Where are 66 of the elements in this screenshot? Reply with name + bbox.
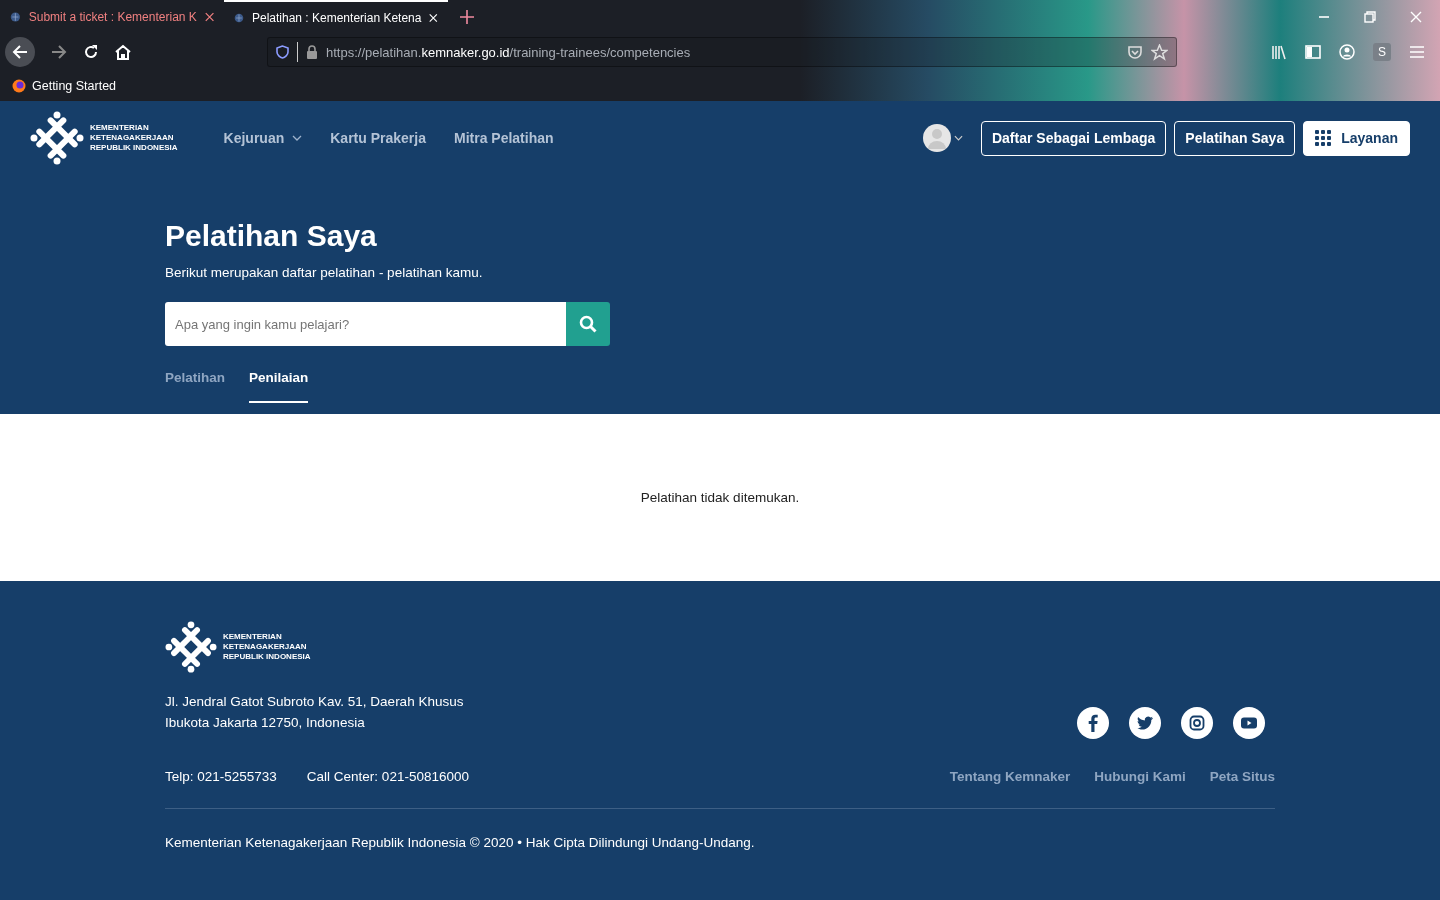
plus-icon[interactable] bbox=[460, 10, 474, 24]
address-text: Ibukota Jakarta 12750, Indonesia bbox=[165, 714, 366, 732]
star-icon[interactable] bbox=[1151, 43, 1168, 61]
play-icon[interactable] bbox=[1233, 707, 1265, 739]
user-menu[interactable] bbox=[922, 124, 963, 152]
url-text: https://pelatihan.kemnaker.go.id/training-trainees/competencies bbox=[326, 44, 691, 60]
grid-icon bbox=[1315, 130, 1332, 146]
nav-link[interactable]: Kejuruan bbox=[223, 130, 303, 146]
contact-text: Telp: 021-5255733 bbox=[165, 769, 277, 784]
back-button[interactable] bbox=[5, 37, 35, 67]
library-icon[interactable] bbox=[1271, 44, 1287, 60]
logo-text: KEMENTERIAN bbox=[90, 123, 150, 133]
copyright-text: Kementerian Ketenagakerjaan Republik Indonesia © 2020 • Hak Cipta Dilindungi Undang-Undang. bbox=[165, 835, 756, 850]
restore-icon[interactable] bbox=[1364, 11, 1376, 23]
chevron-down-icon bbox=[292, 135, 303, 141]
extension-button[interactable]: S bbox=[1373, 43, 1391, 61]
logo-text: REPUBLIK INDONESIA bbox=[90, 143, 178, 153]
header-button[interactable]: Pelatihan Saya bbox=[1174, 120, 1296, 156]
chevron-down-icon bbox=[953, 135, 963, 141]
address-text: Jl. Jendral Gatot Subroto Kav. 51, Daerah Khusus bbox=[165, 693, 464, 711]
logo-text: KETENAGAKERJAAN bbox=[223, 642, 308, 652]
bookmark-label: Getting Started bbox=[32, 78, 117, 93]
globe-icon bbox=[234, 11, 244, 25]
globe-icon bbox=[10, 10, 21, 24]
fox-icon bbox=[12, 78, 26, 93]
sidebar-icon[interactable] bbox=[1305, 44, 1321, 60]
home-icon[interactable] bbox=[115, 44, 131, 60]
logo-text: KETENAGAKERJAAN bbox=[90, 133, 175, 143]
facebook-icon[interactable] bbox=[1077, 707, 1109, 739]
nav-link[interactable]: Mitra Pelatihan bbox=[453, 130, 554, 146]
page-title: Pelatihan Saya bbox=[165, 219, 378, 253]
logo-text: REPUBLIK INDONESIA bbox=[223, 652, 311, 662]
page-subtitle: Berikut merupakan daftar pelatihan - pelatihan kamu. bbox=[165, 265, 484, 280]
logo-mark-icon bbox=[30, 111, 84, 165]
footer-link[interactable]: Peta Situs bbox=[1209, 769, 1275, 784]
nav-link[interactable]: Kartu Prakerja bbox=[330, 130, 426, 146]
tab-title: Submit a ticket : Kementerian K bbox=[28, 10, 197, 24]
search-button[interactable] bbox=[566, 302, 610, 346]
tab-title: Pelatihan : Kementerian Ketena bbox=[252, 11, 422, 25]
logo-mark-icon bbox=[165, 621, 217, 673]
shield-icon bbox=[276, 45, 289, 59]
header-button[interactable]: Daftar Sebagai Lembaga bbox=[980, 120, 1167, 156]
arrow-left-icon bbox=[12, 44, 28, 60]
logo-text: KEMENTERIAN bbox=[223, 632, 283, 642]
search-field[interactable]: Apa yang ingin kamu pelajari? bbox=[165, 302, 566, 346]
contact-text: Call Center: 021-50816000 bbox=[306, 769, 469, 784]
section-tab[interactable]: Penilaian bbox=[249, 370, 309, 403]
ministry-logo[interactable]: KEMENTERIAN KETENAGAKERJAAN REPUBLIK INDONESIA bbox=[165, 621, 1275, 673]
camera-icon[interactable] bbox=[1181, 707, 1213, 739]
header-button[interactable]: Layanan bbox=[1303, 120, 1410, 156]
footer-link[interactable]: Hubungi Kami bbox=[1094, 769, 1186, 784]
browser-tab[interactable]: Submit a ticket : Kementerian K bbox=[0, 0, 224, 34]
empty-message: Pelatihan tidak ditemukan. bbox=[640, 490, 800, 505]
search-icon bbox=[579, 315, 597, 333]
account-icon[interactable] bbox=[1339, 44, 1355, 60]
bird-icon[interactable] bbox=[1129, 707, 1161, 739]
lock-icon bbox=[306, 45, 318, 59]
bookmark-link[interactable]: Getting Started bbox=[12, 78, 117, 93]
footer-link[interactable]: Tentang Kemnaker bbox=[949, 769, 1071, 784]
ministry-logo[interactable]: KEMENTERIAN KETENAGAKERJAAN REPUBLIK INDONESIA bbox=[30, 111, 178, 165]
pocket-icon[interactable] bbox=[1127, 44, 1143, 60]
avatar-icon bbox=[922, 124, 951, 152]
reload-icon[interactable] bbox=[83, 44, 99, 60]
section-tab[interactable]: Pelatihan bbox=[165, 370, 226, 403]
address-bar[interactable]: https://pelatihan.kemnaker.go.id/training-trainees/competencies bbox=[267, 37, 1177, 67]
arrow-right-icon[interactable] bbox=[51, 44, 67, 60]
